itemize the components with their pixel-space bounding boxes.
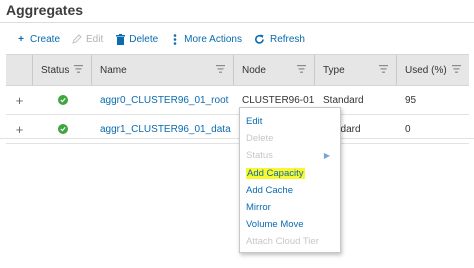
refresh-label: Refresh	[269, 33, 305, 45]
status-header-label: Status	[41, 64, 70, 76]
delete-label: Delete	[129, 33, 159, 45]
used-header-label: Used (%)	[405, 64, 447, 76]
status-cell	[33, 95, 92, 105]
menu-item-volume-move[interactable]: Volume Move	[240, 216, 340, 233]
filter-icon[interactable]	[379, 65, 388, 73]
delete-button[interactable]: Delete	[115, 33, 158, 45]
status-cell	[33, 124, 92, 134]
plus-icon: +	[18, 33, 24, 45]
menu-item-add-capacity-label: Add Capacity	[246, 167, 305, 179]
title-divider	[0, 22, 474, 23]
used-cell: 0	[405, 123, 411, 135]
submenu-arrow-icon: ▶	[323, 151, 330, 161]
type-cell: Standard	[323, 94, 364, 106]
toolbar: + Create Edit Delete More Actions Refres…	[6, 28, 317, 50]
status-ok-icon	[57, 124, 68, 134]
menu-item-edit[interactable]: Edit	[240, 113, 340, 130]
create-label: Create	[30, 33, 61, 45]
filter-icon[interactable]	[74, 65, 83, 73]
expand-row-icon[interactable]: +	[6, 122, 33, 137]
column-header-status[interactable]: Status	[33, 55, 92, 85]
name-header-label: Name	[100, 64, 127, 76]
edit-label: Edit	[86, 33, 104, 45]
filter-icon[interactable]	[216, 65, 225, 73]
create-button[interactable]: + Create	[16, 33, 60, 45]
menu-item-status[interactable]: Status ▶	[240, 147, 340, 164]
aggregate-name-link[interactable]: aggr1_CLUSTER96_01_data	[100, 124, 231, 135]
vertical-ellipsis-icon	[170, 33, 180, 45]
name-cell[interactable]: aggr1_CLUSTER96_01_data	[92, 124, 234, 135]
status-ok-icon	[57, 95, 68, 105]
used-cell: 95	[405, 94, 417, 106]
more-actions-label: More Actions	[184, 33, 242, 45]
node-cell: CLUSTER96-01	[242, 94, 315, 106]
aggregate-name-link[interactable]: aggr0_CLUSTER96_01_root	[100, 95, 228, 106]
node-header-label: Node	[242, 64, 266, 76]
expand-row-icon[interactable]: +	[6, 93, 33, 108]
menu-item-add-capacity[interactable]: Add Capacity	[240, 165, 340, 182]
refresh-icon	[254, 33, 266, 45]
refresh-button[interactable]: Refresh	[254, 33, 305, 45]
edit-button[interactable]: Edit	[72, 33, 103, 45]
column-header-node[interactable]: Node	[234, 55, 315, 85]
menu-item-status-label: Status	[246, 150, 273, 162]
table-row[interactable]: + aggr0_CLUSTER96_01_root CLUSTER96-01 S…	[6, 86, 469, 115]
filter-icon[interactable]	[452, 65, 461, 73]
page-title: Aggregates	[6, 2, 84, 18]
column-header-used[interactable]: Used (%)	[397, 55, 469, 85]
row-context-menu: Edit Delete Status ▶ Add Capacity Add Ca…	[239, 107, 341, 253]
filter-icon[interactable]	[297, 65, 306, 73]
type-header-label: Type	[323, 64, 345, 76]
table-bottom-divider	[0, 138, 474, 139]
menu-item-attach-cloud-tier[interactable]: Attach Cloud Tier	[240, 233, 340, 250]
expander-column-header	[6, 55, 33, 85]
name-cell[interactable]: aggr0_CLUSTER96_01_root	[92, 95, 234, 106]
menu-item-delete[interactable]: Delete	[240, 130, 340, 147]
table-row[interactable]: + aggr1_CLUSTER96_01_data ndard 0	[6, 115, 469, 144]
menu-item-add-cache[interactable]: Add Cache	[240, 182, 340, 199]
menu-item-mirror[interactable]: Mirror	[240, 199, 340, 216]
aggregates-table: Status Name Node Type Used (%) + aggr0_C…	[6, 54, 469, 144]
table-header: Status Name Node Type Used (%)	[6, 54, 469, 86]
trash-icon	[115, 33, 125, 45]
pencil-icon	[72, 33, 82, 45]
more-actions-button[interactable]: More Actions	[170, 33, 242, 45]
column-header-name[interactable]: Name	[92, 55, 234, 85]
column-header-type[interactable]: Type	[315, 55, 397, 85]
